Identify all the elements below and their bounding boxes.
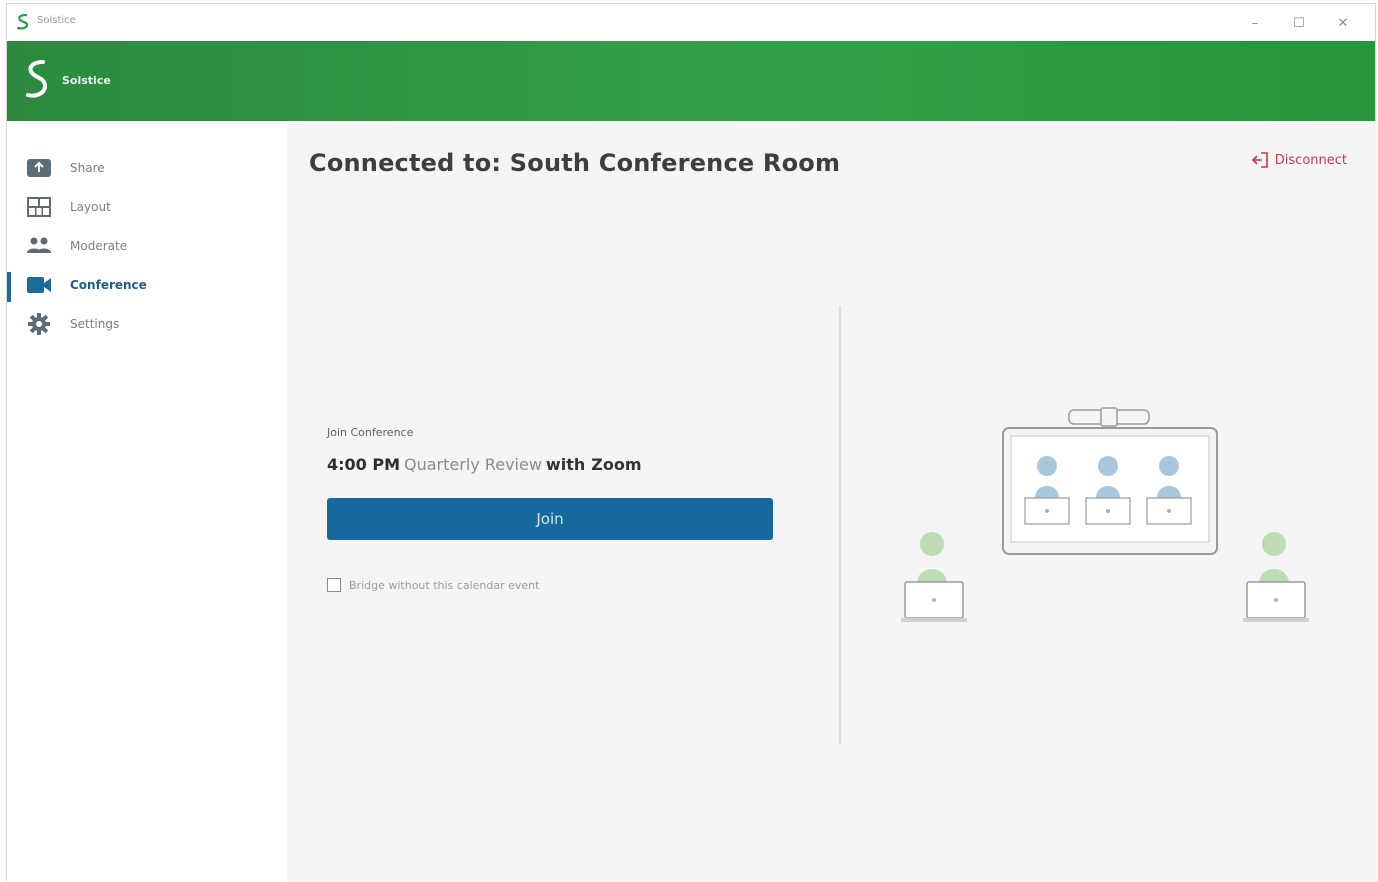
sidebar-item-settings[interactable]: Settings (7, 307, 287, 341)
app-window: Solstice – ☐ ✕ Solstice Share Layout Mod… (6, 3, 1377, 882)
conference-room-illustration (901, 407, 1309, 622)
disconnect-button[interactable]: Disconnect (1251, 151, 1347, 169)
sidebar-item-layout[interactable]: Layout (7, 190, 287, 224)
event-line: 4:00 PM Quarterly Review with Zoom (327, 455, 787, 474)
main-panel: Connected to: South Conference Room Disc… (287, 121, 1377, 882)
app-header: Solstice (7, 41, 1375, 121)
event-provider: Zoom (591, 455, 642, 474)
sidebar-item-label: Share (70, 161, 105, 175)
maximize-button[interactable]: ☐ (1277, 10, 1321, 36)
section-label: Join Conference (327, 426, 414, 439)
join-button[interactable]: Join (327, 498, 773, 540)
disconnect-label: Disconnect (1274, 152, 1347, 168)
sidebar-item-label: Moderate (70, 239, 128, 253)
page-title: Connected to: South Conference Room (309, 149, 841, 177)
solstice-logo-icon (16, 13, 29, 30)
solstice-logo-icon (26, 60, 48, 98)
vertical-divider (839, 306, 841, 744)
sidebar-item-label: Settings (70, 317, 120, 331)
gear-icon (25, 312, 53, 336)
minimize-button[interactable]: – (1233, 10, 1277, 36)
window-title: Solstice (37, 15, 76, 26)
moderate-icon (25, 234, 53, 258)
share-icon (25, 156, 53, 180)
event-name: Quarterly Review (404, 455, 542, 474)
sidebar-item-label: Layout (70, 200, 111, 214)
sidebar-item-label: Conference (70, 278, 147, 292)
sidebar-item-moderate[interactable]: Moderate (7, 229, 287, 263)
event-time: 4:00 PM (327, 455, 401, 474)
sidebar-item-conference[interactable]: Conference (7, 268, 287, 302)
sidebar: Share Layout Moderate Conference Setting… (7, 121, 287, 882)
bridge-checkbox[interactable] (327, 578, 341, 592)
video-camera-icon (25, 273, 53, 297)
title-bar: Solstice – ☐ ✕ (7, 4, 1375, 41)
app-name: Solstice (62, 74, 111, 87)
event-with: with (545, 455, 586, 474)
bridge-label: Bridge without this calendar event (349, 578, 540, 592)
layout-icon (25, 195, 53, 219)
sidebar-item-share[interactable]: Share (7, 151, 287, 185)
bridge-row: Bridge without this calendar event (327, 578, 787, 592)
disconnect-icon (1251, 152, 1268, 168)
join-conference-section: Join Conference 4:00 PM Quarterly Review w… (327, 426, 787, 592)
close-button[interactable]: ✕ (1321, 10, 1365, 36)
